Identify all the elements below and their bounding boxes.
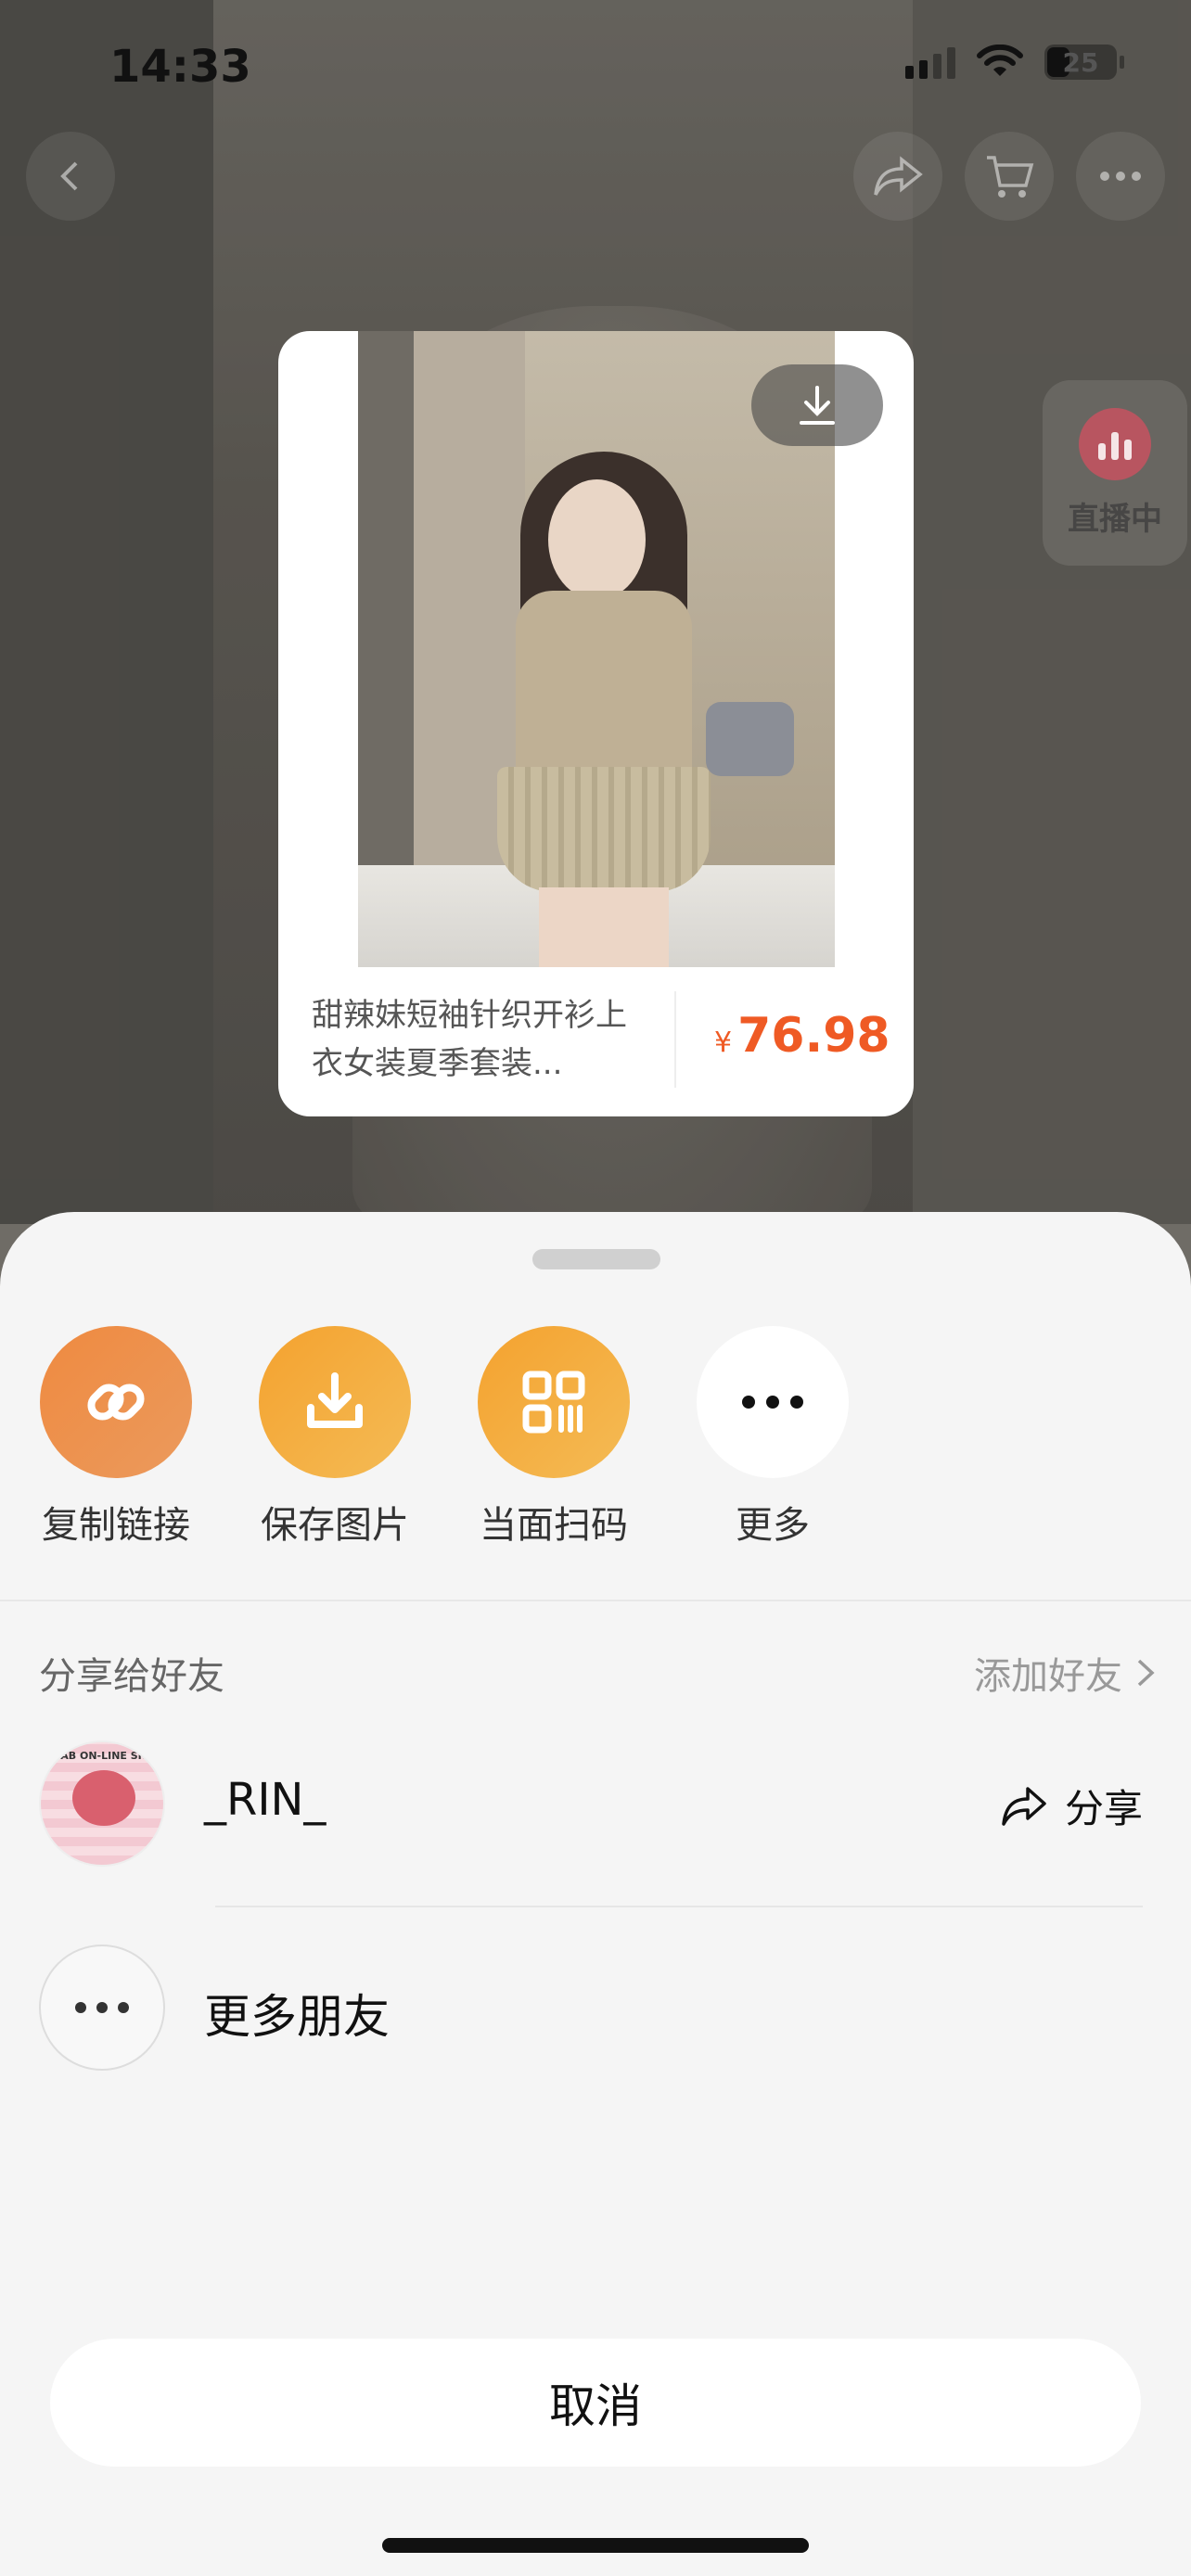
more-options-label: 更多 — [736, 1504, 810, 1547]
avatar: CRAB ON-LINE SHOP — [39, 1741, 165, 1867]
card-divider — [674, 991, 676, 1088]
save-image-circle — [259, 1326, 411, 1478]
home-indicator[interactable] — [382, 2538, 809, 2553]
share-to-friend-button[interactable]: 分享 — [1000, 1778, 1143, 1834]
more-options-button[interactable]: 更多 — [696, 1326, 850, 1549]
copy-link-button[interactable]: 复制链接 — [39, 1326, 193, 1549]
image-bag — [706, 702, 794, 776]
more-dots-icon — [742, 1396, 803, 1409]
share-to-friends-title: 分享给好友 — [39, 1655, 224, 1698]
scan-qr-label: 当面扫码 — [480, 1504, 628, 1547]
share-sheet: 复制链接 保存图片 当面扫码 更多 分享给好友 添加好友 CRAB ON-LIN… — [0, 1212, 1191, 2576]
sheet-divider — [0, 1600, 1191, 1601]
share-arrow-icon — [1002, 1786, 1046, 1826]
wifi-icon — [977, 45, 1023, 76]
friend-divider — [215, 1906, 1143, 1907]
download-icon — [307, 1372, 363, 1428]
share-nav-button[interactable] — [853, 132, 942, 221]
sheet-grabber[interactable] — [532, 1249, 660, 1269]
scan-qr-button[interactable]: 当面扫码 — [477, 1326, 631, 1549]
more-options-circle — [697, 1326, 849, 1478]
more-friends-circle — [39, 1945, 165, 2071]
scan-qr-circle — [478, 1326, 630, 1478]
more-friends-label: 更多朋友 — [204, 1990, 390, 2044]
chevron-left-icon — [60, 161, 78, 191]
cart-icon — [987, 156, 1034, 198]
share-arrow-icon — [874, 156, 923, 196]
more-dots-icon — [75, 2002, 129, 2013]
product-card[interactable]: 甜辣妹短袖针织开衫上衣女装夏季套装... ¥76.98 — [278, 331, 914, 1116]
image-face — [548, 479, 646, 600]
product-title: 甜辣妹短袖针织开衫上衣女装夏季套装... — [312, 997, 627, 1082]
add-friend-link[interactable]: 添加好友 — [974, 1646, 1156, 1700]
status-time: 14:33 — [109, 41, 251, 93]
share-label: 分享 — [1064, 1786, 1143, 1831]
copy-link-circle — [40, 1326, 192, 1478]
friend-name: _RIN_ — [204, 1774, 327, 1826]
qr-code-icon — [522, 1371, 585, 1434]
more-dots-icon — [1100, 172, 1141, 181]
chevron-right-icon — [1137, 1659, 1155, 1687]
link-icon — [87, 1384, 145, 1421]
back-button[interactable] — [26, 132, 115, 221]
crab-logo-icon — [72, 1770, 135, 1826]
live-label: 直播中 — [1068, 500, 1162, 538]
image-skirt — [497, 767, 711, 892]
product-price: ¥76.98 — [714, 1008, 890, 1064]
image-top — [516, 591, 692, 776]
copy-link-label: 复制链接 — [42, 1504, 190, 1547]
add-friend-label: 添加好友 — [974, 1655, 1122, 1698]
save-image-button[interactable]: 保存图片 — [258, 1326, 412, 1549]
more-nav-button[interactable] — [1076, 132, 1165, 221]
battery-level: 25 — [1062, 46, 1099, 78]
cart-button[interactable] — [965, 132, 1054, 221]
battery-icon: 25 — [1044, 45, 1124, 80]
download-image-button[interactable] — [751, 364, 883, 446]
price-value: 76.98 — [737, 1008, 890, 1064]
status-icons: 25 — [905, 45, 1124, 80]
save-image-label: 保存图片 — [261, 1504, 409, 1547]
live-bars-icon — [1079, 407, 1151, 480]
image-legs — [539, 887, 669, 967]
live-badge[interactable]: 直播中 — [1043, 380, 1187, 566]
currency-symbol: ¥ — [714, 1027, 733, 1059]
cancel-button[interactable]: 取消 — [50, 2339, 1141, 2467]
friend-row[interactable]: CRAB ON-LINE SHOP _RIN_ 分享 — [0, 1741, 1191, 1870]
signal-icon — [905, 45, 955, 79]
more-friends-row[interactable]: 更多朋友 — [0, 1945, 1191, 2074]
avatar-text: CRAB ON-LINE SHOP — [45, 1750, 163, 1762]
download-icon — [800, 386, 835, 425]
